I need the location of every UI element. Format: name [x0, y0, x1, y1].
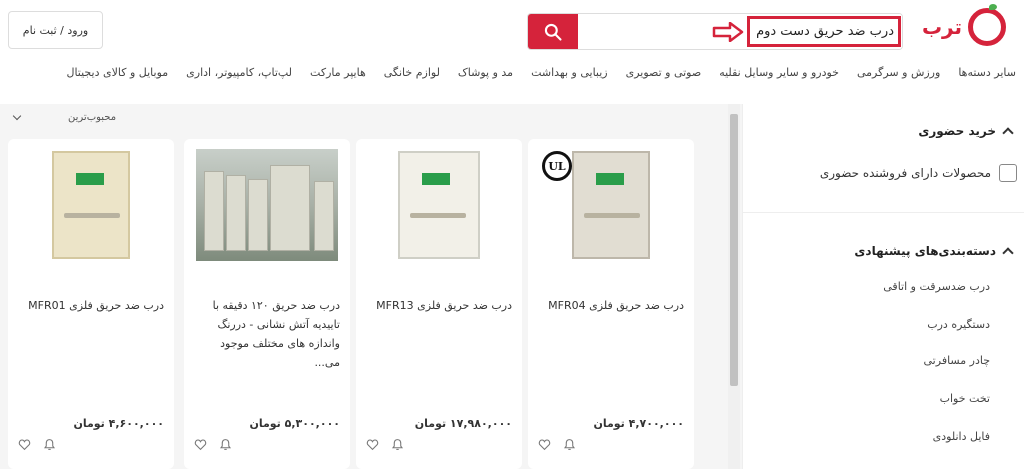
- product-price: ۴,۶۰۰,۰۰۰ تومان: [73, 417, 164, 430]
- logo-mark: [968, 4, 1006, 46]
- category-nav: موبایل و کالای دیجیتال لپ‌تاپ، کامپیوتر،…: [66, 66, 1016, 79]
- chevron-up-icon: [1002, 247, 1014, 259]
- push-bar: [584, 213, 640, 218]
- nav-item-laptop[interactable]: لپ‌تاپ، کامپیوتر، اداری: [186, 66, 292, 79]
- push-bar: [410, 213, 466, 218]
- chevron-down-icon: [12, 111, 22, 121]
- sidebar-divider: [742, 212, 1024, 213]
- scrollbar[interactable]: [728, 104, 740, 469]
- in-person-section-title: خرید حضوری: [918, 124, 996, 138]
- product-price: ۴,۷۰۰,۰۰۰ تومان: [593, 417, 684, 430]
- sort-label: محبوب‌ترین: [68, 112, 117, 123]
- push-bar: [64, 213, 120, 218]
- ul-badge-icon: UL: [542, 151, 572, 181]
- bell-icon[interactable]: [391, 438, 404, 451]
- nav-item-home-appliances[interactable]: لوازم خانگی: [384, 66, 440, 79]
- card-actions: [366, 438, 404, 451]
- product-price: ۱۷,۹۸۰,۰۰۰ تومان: [414, 417, 512, 430]
- product-image[interactable]: [20, 149, 162, 261]
- exit-sign: [76, 173, 104, 185]
- category-link[interactable]: فایل دانلودی: [933, 430, 990, 443]
- nav-item-audio-video[interactable]: صوتی و تصویری: [626, 66, 702, 79]
- category-link[interactable]: چادر مسافرتی: [924, 354, 990, 367]
- suggested-categories-header[interactable]: دسته‌بندی‌های پیشنهادی: [854, 244, 1014, 259]
- scrollbar-thumb[interactable]: [730, 114, 738, 386]
- in-person-checkbox[interactable]: [999, 164, 1017, 182]
- product-image[interactable]: UL: [540, 149, 682, 261]
- nav-item-beauty[interactable]: زیبایی و بهداشت: [531, 66, 608, 79]
- nav-item-other[interactable]: سایر دسته‌ها: [958, 66, 1016, 79]
- warehouse-doors-image: [196, 149, 338, 261]
- search-highlight-box: [747, 16, 901, 47]
- login-register-button[interactable]: ورود / ثبت نام: [8, 11, 103, 49]
- logo[interactable]: ترب: [921, 4, 1006, 46]
- category-link[interactable]: دستگیره درب: [927, 318, 990, 331]
- nav-item-vehicles[interactable]: خودرو و سایر وسایل نقلیه: [719, 66, 839, 79]
- card-actions: [194, 438, 232, 451]
- product-card[interactable]: درب ضد حریق فلزی MFR13 ۱۷,۹۸۰,۰۰۰ تومان: [356, 139, 522, 469]
- search-icon: [544, 23, 562, 41]
- product-image[interactable]: [196, 149, 338, 261]
- exit-sign: [596, 173, 624, 185]
- product-title[interactable]: درب ضد حریق فلزی MFR01: [18, 296, 164, 315]
- door-image: [572, 151, 650, 259]
- nav-item-sports[interactable]: ورزش و سرگرمی: [857, 66, 940, 79]
- category-link[interactable]: درب ضدسرقت و اتاقی: [883, 280, 990, 293]
- nav-item-mobile[interactable]: موبایل و کالای دیجیتال: [66, 66, 168, 79]
- in-person-section-header[interactable]: خرید حضوری: [918, 124, 1014, 139]
- bell-icon[interactable]: [219, 438, 232, 451]
- door-image: [52, 151, 130, 259]
- product-title[interactable]: درب ضد حریق فلزی MFR13: [366, 296, 512, 315]
- header: ترب ورود / ثبت نام موبایل و کالای دیجیتا…: [0, 0, 1024, 100]
- search-button[interactable]: [528, 14, 578, 49]
- heart-icon[interactable]: [366, 438, 379, 451]
- heart-icon[interactable]: [18, 438, 31, 451]
- product-image[interactable]: [368, 149, 510, 261]
- logo-text: ترب: [921, 15, 962, 39]
- product-card[interactable]: درب ضد حریق فلزی MFR01 ۴,۶۰۰,۰۰۰ تومان: [8, 139, 174, 469]
- card-actions: [538, 438, 576, 451]
- card-actions: [18, 438, 56, 451]
- nav-item-fashion[interactable]: مد و پوشاک: [458, 66, 513, 79]
- heart-icon[interactable]: [538, 438, 551, 451]
- category-link[interactable]: تخت خواب: [940, 392, 990, 405]
- suggested-categories-title: دسته‌بندی‌های پیشنهادی: [854, 244, 996, 258]
- product-price: ۵,۳۰۰,۰۰۰ تومان: [249, 417, 340, 430]
- product-title[interactable]: درب ضد حریق ۱۲۰ دقیقه با تاییدیه آتش نشا…: [194, 296, 340, 372]
- product-card[interactable]: درب ضد حریق ۱۲۰ دقیقه با تاییدیه آتش نشا…: [184, 139, 350, 469]
- door-image: [398, 151, 480, 259]
- product-title[interactable]: درب ضد حریق فلزی MFR04: [538, 296, 684, 315]
- heart-icon[interactable]: [194, 438, 207, 451]
- nav-item-hypermarket[interactable]: هایپر مارکت: [310, 66, 366, 79]
- in-person-filter[interactable]: محصولات دارای فروشنده حضوری: [820, 164, 1017, 182]
- in-person-label: محصولات دارای فروشنده حضوری: [819, 166, 991, 180]
- bell-icon[interactable]: [563, 438, 576, 451]
- arrow-right-icon: [712, 22, 744, 42]
- product-card[interactable]: UL درب ضد حریق فلزی MFR04 ۴,۷۰۰,۰۰۰ توما…: [528, 139, 694, 469]
- chevron-up-icon: [1002, 127, 1014, 139]
- sort-dropdown[interactable]: محبوب‌ترین: [12, 111, 117, 123]
- filter-sidebar: خرید حضوری محصولات دارای فروشنده حضوری د…: [742, 104, 1024, 469]
- bell-icon[interactable]: [43, 438, 56, 451]
- exit-sign: [422, 173, 450, 185]
